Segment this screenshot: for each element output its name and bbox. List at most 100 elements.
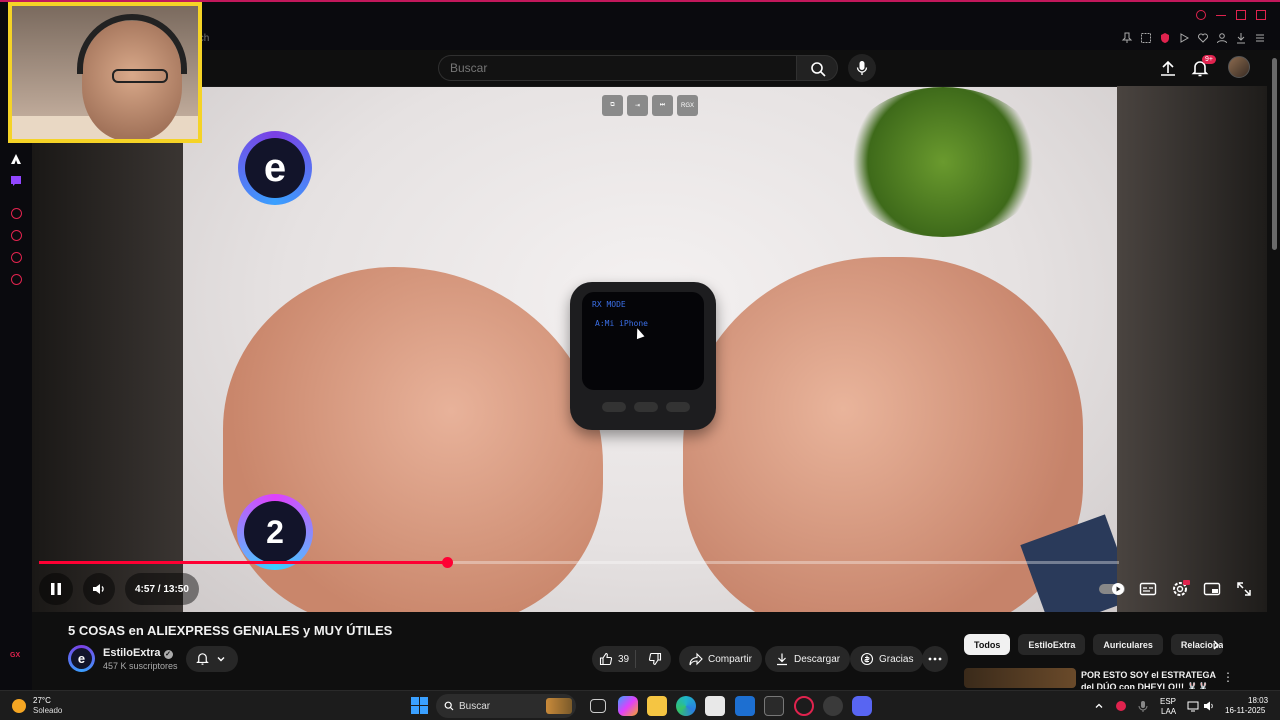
chip-auriculares[interactable]: Auriculares	[1093, 634, 1163, 655]
mic-muted-icon[interactable]	[1138, 700, 1148, 712]
thanks-button[interactable]: Gracias	[850, 646, 924, 672]
start-icon[interactable]	[411, 697, 428, 714]
weather-temperature[interactable]: 27°C	[33, 696, 51, 705]
share-button[interactable]: Compartir	[679, 646, 762, 672]
copilot-icon[interactable]	[618, 696, 638, 716]
play-pause-button[interactable]	[39, 573, 73, 605]
like-button[interactable]: 39	[592, 650, 637, 668]
more-icon	[928, 657, 942, 661]
device-buttons	[602, 402, 690, 412]
device-line1: RX MODE	[592, 300, 626, 309]
discord-icon[interactable]	[852, 696, 872, 716]
shield-icon[interactable]	[1159, 32, 1171, 44]
search-icon	[444, 701, 454, 711]
video-frame[interactable]: RX MODE A:Mi iPhone	[183, 87, 1117, 612]
snapshot-icon[interactable]	[1140, 32, 1152, 44]
chevron-right-icon[interactable]	[1211, 639, 1221, 651]
channel-avatar[interactable]: e	[68, 645, 95, 672]
edge-icon[interactable]	[676, 696, 696, 716]
recommendation-thumbnail[interactable]	[964, 668, 1076, 688]
taskbar: 27°C Soleado Buscar ESP LAA 18:03 16-11-…	[0, 690, 1280, 720]
time-display: 4:57 / 13:50	[125, 573, 199, 605]
search-box	[438, 55, 796, 81]
heart-icon[interactable]	[1197, 32, 1209, 44]
taskbar-search[interactable]: Buscar	[436, 694, 576, 718]
account-avatar[interactable]	[1228, 56, 1250, 78]
page-scrollbar[interactable]	[1272, 58, 1277, 250]
fullscreen-icon[interactable]	[1234, 579, 1254, 599]
player-icon[interactable]	[11, 208, 22, 219]
clock-time[interactable]: 18:03	[1248, 696, 1268, 705]
browser-search-icon[interactable]	[1196, 10, 1206, 20]
recommendation-title[interactable]: POR ESTO SOY el ESTRATEGA del DÚO con DH…	[1081, 669, 1221, 689]
download-icon[interactable]	[1235, 32, 1247, 44]
more-actions-button[interactable]	[922, 646, 948, 672]
channel-logo-overlay: e	[238, 131, 312, 205]
mic-icon	[856, 61, 868, 75]
enter-icon[interactable]: ⇥	[627, 95, 648, 116]
network-icon[interactable]	[1187, 700, 1199, 712]
settings-icon[interactable]	[11, 274, 22, 285]
weather-description[interactable]: Soleado	[33, 706, 62, 715]
share-icon	[689, 652, 703, 666]
chip-todos[interactable]: Todos	[964, 634, 1011, 655]
download-button[interactable]: Descargar	[765, 646, 851, 672]
sun-icon[interactable]	[12, 699, 26, 713]
like-count: 39	[618, 653, 630, 665]
outlook-icon[interactable]	[735, 696, 755, 716]
search-input[interactable]	[439, 56, 796, 80]
channel-name[interactable]: EstiloExtra ✓	[103, 647, 173, 659]
rgx-button[interactable]: RGX	[677, 95, 698, 116]
opera-gx-icon[interactable]	[794, 696, 814, 716]
input-region[interactable]: LAA	[1161, 707, 1176, 716]
pause-icon	[51, 583, 61, 595]
play-icon[interactable]	[1178, 32, 1190, 44]
chevron-down-icon	[217, 657, 225, 662]
gx-logo-icon[interactable]	[10, 153, 22, 165]
search-button[interactable]	[796, 55, 838, 81]
close-icon[interactable]	[1256, 10, 1266, 20]
dislike-button[interactable]	[641, 652, 669, 666]
chevron-up-icon[interactable]	[1094, 701, 1104, 711]
menu-icon[interactable]	[1254, 32, 1266, 44]
search-icon	[811, 62, 826, 77]
notification-badge: 9+	[1202, 55, 1216, 64]
input-language[interactable]: ESP	[1160, 697, 1176, 706]
autoplay-toggle-icon[interactable]	[1098, 579, 1126, 599]
webcam-overlay	[8, 2, 202, 143]
progress-bar[interactable]	[39, 557, 1119, 568]
tray-app-icon[interactable]	[1116, 701, 1126, 711]
volume-icon	[93, 584, 104, 594]
minimize-icon[interactable]	[1216, 10, 1226, 16]
video-player[interactable]: RX MODE A:Mi iPhone ⧉ ⇥ ⏭ RGX e 2 4:57 /…	[32, 86, 1267, 612]
store-icon[interactable]	[705, 696, 725, 716]
miniplayer-icon[interactable]	[1202, 579, 1222, 599]
file-explorer-icon[interactable]	[647, 696, 667, 716]
subtitles-icon[interactable]	[1138, 579, 1158, 599]
pin-icon[interactable]	[1121, 32, 1133, 44]
subscription-bell-button[interactable]	[186, 646, 238, 672]
settings-gear-icon[interactable]	[1170, 579, 1190, 599]
maximize-icon[interactable]	[1236, 10, 1246, 20]
chip-estiloextra[interactable]: EstiloExtra	[1018, 634, 1086, 655]
twitch-icon[interactable]	[10, 175, 22, 187]
bell-icon	[196, 653, 209, 665]
clock-date[interactable]: 16-11-2025	[1225, 706, 1265, 715]
epic-games-icon[interactable]	[764, 696, 784, 716]
webcam-headset	[77, 14, 187, 74]
item-number-overlay: 2	[237, 494, 313, 570]
voice-search-button[interactable]	[848, 54, 876, 82]
upload-icon[interactable]	[1158, 58, 1178, 78]
recommendation-menu-icon[interactable]: ⋮	[1222, 670, 1234, 684]
popout-icon[interactable]: ⧉	[602, 95, 623, 116]
volume-button[interactable]	[83, 573, 115, 605]
youtube-header: 9+	[32, 50, 1280, 86]
extensions-icon[interactable]	[11, 252, 22, 263]
webcam-glasses	[112, 69, 168, 83]
account-icon[interactable]	[1216, 32, 1228, 44]
task-view-icon[interactable]	[590, 699, 606, 713]
chrome-app-icon[interactable]	[823, 696, 843, 716]
history-icon[interactable]	[11, 230, 22, 241]
skip-icon[interactable]: ⏭	[652, 95, 673, 116]
speaker-icon[interactable]	[1203, 700, 1215, 712]
